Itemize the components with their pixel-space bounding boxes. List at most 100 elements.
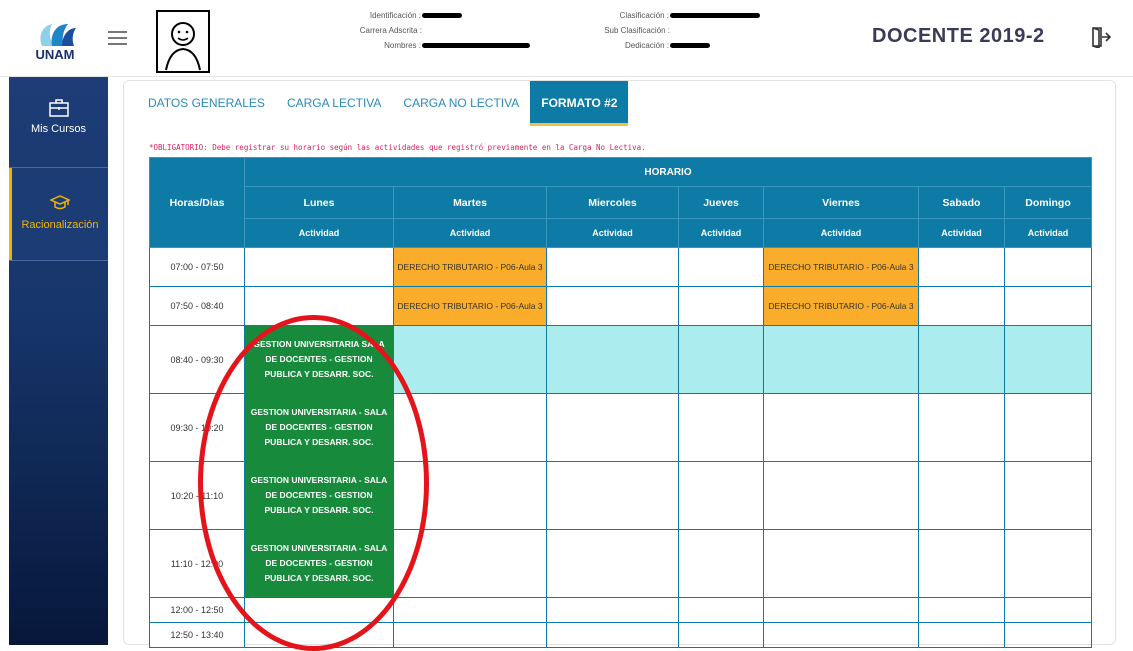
empty-cell[interactable]	[244, 286, 394, 326]
activity-cell[interactable]: GESTION UNIVERSITARIA - SALA DE DOCENTES…	[244, 393, 394, 462]
day-header-viernes: Viernes	[763, 186, 919, 219]
table-row: 09:30 - 10:20 GESTION UNIVERSITARIA - SAL…	[149, 393, 1092, 462]
schedule-table: Horas/Dias HORARIO Lunes Martes Miercoles J…	[149, 157, 1092, 648]
empty-cell[interactable]	[546, 393, 679, 462]
empty-cell[interactable]	[763, 622, 919, 648]
activity-cell[interactable]: DERECHO TRIBUTARIO - P06-Aula 3	[393, 286, 547, 326]
empty-cell[interactable]	[1004, 325, 1092, 394]
time-slot: 10:20 - 11:10	[149, 461, 245, 530]
day-header-lunes: Lunes	[244, 186, 394, 219]
empty-cell[interactable]	[393, 461, 547, 530]
empty-cell[interactable]	[918, 461, 1005, 530]
time-slot: 08:40 - 09:30	[149, 325, 245, 394]
tab-carga-no-lectiva[interactable]: CARGA NO LECTIVA	[392, 81, 530, 125]
activity-header: Actividad	[678, 218, 764, 248]
empty-cell[interactable]	[918, 597, 1005, 623]
day-header-row: Lunes Martes Miercoles Jueves Viernes Sabado D…	[150, 186, 1092, 219]
table-row: 10:20 - 11:10 GESTION UNIVERSITARIA - SAL…	[149, 461, 1092, 530]
time-slot: 12:50 - 13:40	[149, 622, 245, 648]
empty-cell[interactable]	[678, 286, 764, 326]
table-row: 12:00 - 12:50	[149, 597, 1092, 623]
day-header-domingo: Domingo	[1004, 186, 1092, 219]
info-sub-clasificacion: Sub Clasificación :	[604, 26, 670, 35]
empty-cell[interactable]	[763, 529, 919, 598]
activity-cell[interactable]: DERECHO TRIBUTARIO - P06-Aula 3	[763, 286, 919, 326]
corner-header: Horas/Dias	[149, 157, 245, 248]
empty-cell[interactable]	[678, 622, 764, 648]
activity-header: Actividad	[918, 218, 1005, 248]
page-title: DOCENTE 2019-2	[872, 25, 1045, 47]
activity-cell[interactable]: DERECHO TRIBUTARIO - P06-Aula 3	[393, 247, 547, 287]
empty-cell[interactable]	[678, 393, 764, 462]
empty-cell[interactable]	[918, 529, 1005, 598]
empty-cell[interactable]	[918, 622, 1005, 648]
empty-cell[interactable]	[678, 597, 764, 623]
tab-bar: DATOS GENERALES CARGA LECTIVA CARGA NO L…	[137, 81, 629, 126]
day-header-miercoles: Miercoles	[546, 186, 679, 219]
table-row: 07:50 - 08:40 DERECHO TRIBUTARIO - P06-Au…	[149, 286, 1092, 326]
empty-cell[interactable]	[393, 325, 547, 394]
empty-cell[interactable]	[244, 247, 394, 287]
empty-cell[interactable]	[918, 247, 1005, 287]
day-header-jueves: Jueves	[678, 186, 764, 219]
empty-cell[interactable]	[1004, 461, 1092, 530]
empty-cell[interactable]	[763, 461, 919, 530]
tab-carga-lectiva[interactable]: CARGA LECTIVA	[276, 81, 392, 125]
menu-toggle-icon[interactable]	[108, 31, 127, 45]
schedule-body: 07:00 - 07:50 DERECHO TRIBUTARIO - P06-Au…	[149, 247, 1092, 648]
mandatory-notice: *OBLIGATORIO: Debe registrar su horario …	[149, 143, 646, 152]
empty-cell[interactable]	[763, 393, 919, 462]
info-dedicacion: Dedicación :	[540, 38, 710, 53]
empty-cell[interactable]	[546, 622, 679, 648]
empty-cell[interactable]	[244, 597, 394, 623]
empty-cell[interactable]	[1004, 393, 1092, 462]
tab-datos-generales[interactable]: DATOS GENERALES	[137, 81, 276, 125]
empty-cell[interactable]	[763, 597, 919, 623]
empty-cell[interactable]	[1004, 622, 1092, 648]
day-header-sabado: Sabado	[918, 186, 1005, 219]
empty-cell[interactable]	[678, 529, 764, 598]
activity-cell[interactable]: DERECHO TRIBUTARIO - P06-Aula 3	[763, 247, 919, 287]
sidebar-item-mis-cursos[interactable]: Mis Cursos	[9, 77, 108, 167]
empty-cell[interactable]	[1004, 529, 1092, 598]
empty-cell[interactable]	[393, 597, 547, 623]
time-slot: 07:50 - 08:40	[149, 286, 245, 326]
empty-cell[interactable]	[1004, 597, 1092, 623]
tab-formato-2[interactable]: FORMATO #2	[530, 81, 629, 126]
empty-cell[interactable]	[393, 622, 547, 648]
empty-cell[interactable]	[678, 325, 764, 394]
empty-cell[interactable]	[393, 529, 547, 598]
empty-cell[interactable]	[763, 325, 919, 394]
empty-cell[interactable]	[546, 597, 679, 623]
empty-cell[interactable]	[678, 461, 764, 530]
info-identificacion: Identificación :	[262, 8, 462, 23]
empty-cell[interactable]	[546, 247, 679, 287]
empty-cell[interactable]	[678, 247, 764, 287]
activity-cell[interactable]: GESTION UNIVERSITARIA SALA DE DOCENTES -…	[244, 325, 394, 394]
sidebar-item-label: Racionalización	[21, 219, 99, 231]
info-carrera: Carrera Adscrita :	[359, 26, 422, 35]
empty-cell[interactable]	[1004, 247, 1092, 287]
empty-cell[interactable]	[918, 393, 1005, 462]
logo-text: UNAM	[35, 47, 75, 62]
logout-icon[interactable]	[1091, 26, 1112, 50]
empty-cell[interactable]	[918, 325, 1005, 394]
unam-logo[interactable]: UNAM	[28, 20, 82, 62]
sidebar-item-racionalizacion[interactable]: Racionalización	[9, 168, 108, 260]
day-header-martes: Martes	[393, 186, 547, 219]
empty-cell[interactable]	[918, 286, 1005, 326]
activity-header: Actividad	[763, 218, 919, 248]
activity-cell[interactable]: GESTION UNIVERSITARIA - SALA DE DOCENTES…	[244, 461, 394, 530]
empty-cell[interactable]	[546, 286, 679, 326]
empty-cell[interactable]	[244, 622, 394, 648]
teacher-info-right: Clasificación : Sub Clasificación : Dedi…	[540, 8, 760, 53]
empty-cell[interactable]	[1004, 286, 1092, 326]
empty-cell[interactable]	[546, 529, 679, 598]
teacher-info-left: Identificación : Carrera Adscrita : Nomb…	[262, 8, 530, 53]
activity-cell[interactable]: GESTION UNIVERSITARIA - SALA DE DOCENTES…	[244, 529, 394, 598]
info-clasificacion: Clasificación :	[540, 8, 760, 23]
empty-cell[interactable]	[546, 325, 679, 394]
empty-cell[interactable]	[546, 461, 679, 530]
time-slot: 07:00 - 07:50	[149, 247, 245, 287]
empty-cell[interactable]	[393, 393, 547, 462]
